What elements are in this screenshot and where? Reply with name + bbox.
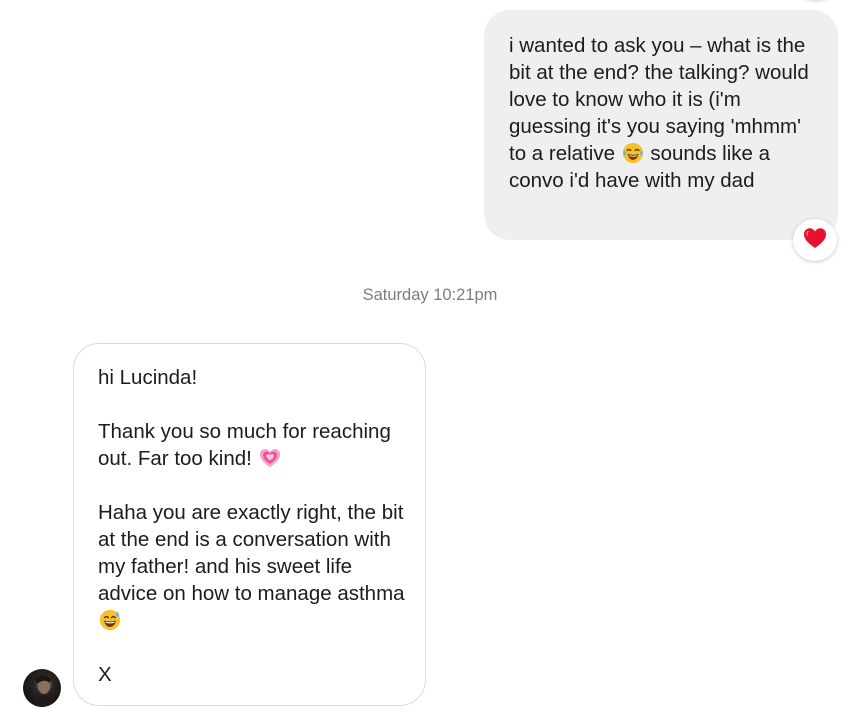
message-timestamp: Saturday 10:21pm (362, 286, 498, 304)
incoming-paragraph-2: Thank you so much for reaching out. Far … (98, 420, 397, 470)
incoming-paragraph-3: Haha you are exactly right, the bit at t… (98, 501, 411, 605)
sender-avatar[interactable] (23, 669, 61, 707)
outgoing-message-bubble[interactable]: i wanted to ask you – what is the bit at… (484, 10, 838, 240)
heart-reaction-badge[interactable] (793, 219, 837, 261)
incoming-greeting: hi Lucinda! (98, 366, 198, 389)
chat-thread: i wanted to ask you – what is the bit at… (0, 0, 860, 724)
incoming-signoff: X (98, 663, 112, 686)
profile-photo-icon (33, 675, 55, 707)
face-with-tears-of-joy-icon (622, 142, 644, 164)
incoming-message-bubble[interactable]: hi Lucinda! Thank you so much for reachi… (73, 343, 426, 706)
growing-heart-icon (259, 447, 281, 469)
grinning-face-with-sweat-icon (99, 609, 121, 631)
red-heart-icon (803, 227, 827, 254)
